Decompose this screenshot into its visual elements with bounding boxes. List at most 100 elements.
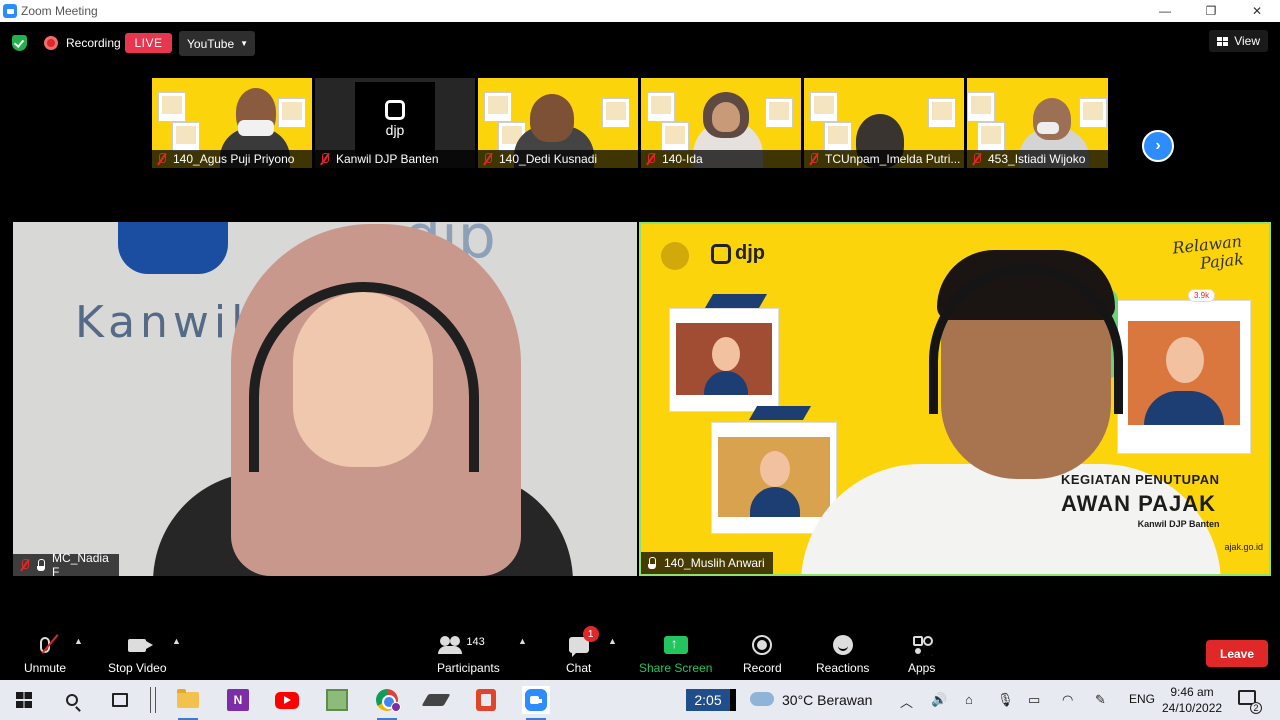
people-icon (438, 636, 464, 654)
record-icon-wrap (752, 634, 773, 656)
poster-card (765, 98, 793, 128)
meet-now-icon[interactable]: ⌂ (965, 692, 973, 707)
next-page-button[interactable]: › (1142, 130, 1174, 162)
stack-app-button[interactable] (421, 686, 451, 714)
record-label: Record (743, 661, 782, 675)
participant-name: 140-Ida (662, 152, 703, 166)
pen-icon[interactable]: ✎ (1095, 692, 1106, 708)
participants-label: Participants (437, 661, 500, 675)
apps-button[interactable]: Apps (908, 634, 935, 675)
poster-card (977, 122, 1005, 152)
participant-name-bar: 140_Dedi Kusnadi (478, 150, 638, 168)
stop-video-button[interactable]: Stop Video (108, 634, 167, 675)
poster-card (484, 92, 512, 122)
green-app-button[interactable] (323, 686, 351, 714)
start-button[interactable] (10, 686, 38, 714)
zoom-taskbar-button[interactable] (522, 686, 550, 720)
minimize-button[interactable]: — (1142, 0, 1188, 22)
poster-card (928, 98, 956, 128)
participant-thumb[interactable]: 453_Istiadi Wijoko (967, 78, 1108, 168)
reactions-icon-wrap (832, 634, 853, 656)
windows-logo-icon (16, 692, 32, 708)
recording-dot-icon (44, 36, 58, 50)
chat-unread-badge: 1 (582, 626, 599, 642)
weather-text[interactable]: 30°C Berawan (782, 692, 872, 708)
mic-muted-icon (971, 153, 982, 165)
participant-name: 453_Istiadi Wijoko (988, 152, 1086, 166)
system-clock[interactable]: 9:46 am 24/10/2022 (1162, 684, 1222, 716)
grid-view-icon (1217, 36, 1229, 46)
close-button[interactable]: ✕ (1234, 0, 1280, 22)
participant-thumb[interactable]: 140_Agus Puji Priyono (152, 78, 312, 168)
participant-name-bar: MC_Nadia F (13, 551, 119, 576)
zoom-app-icon (3, 4, 17, 18)
video-options-caret-icon[interactable]: ▲ (172, 636, 181, 646)
share-icon-wrap (663, 634, 688, 656)
share-screen-label: Share Screen (639, 661, 713, 675)
apps-icon-wrap (912, 634, 933, 656)
video-tile-mc[interactable]: djp Kanwil Banten MC_Nadia F (13, 222, 637, 576)
participant-thumb[interactable]: TCUnpam_Imelda Putri... (804, 78, 964, 168)
maximize-button[interactable]: ❐ (1188, 0, 1234, 22)
leave-button[interactable]: Leave (1206, 640, 1268, 667)
participant-thumb[interactable]: 140-Ida (641, 78, 801, 168)
poster-card (172, 122, 200, 152)
like-badge: 3.9k (1188, 289, 1216, 302)
wifi-icon[interactable]: ◠ (1062, 692, 1073, 708)
poster-card (669, 308, 779, 412)
participant-thumb[interactable]: 140_Dedi Kusnadi (478, 78, 638, 168)
participant-strip: 140_Agus Puji Priyono djp Kanwil DJP Ban… (150, 78, 1130, 170)
clock-time: 9:46 am (1170, 685, 1214, 699)
chrome-button[interactable] (373, 686, 401, 720)
graduation-cap-icon (748, 406, 812, 420)
clock-widget[interactable]: 2:05 (686, 689, 736, 711)
record-button[interactable]: Record (743, 634, 782, 675)
battery-icon[interactable]: ▭ (1028, 692, 1040, 708)
participant-name: TCUnpam_Imelda Putri... (825, 152, 961, 166)
view-button[interactable]: View (1209, 30, 1268, 52)
poster-card (711, 422, 837, 534)
search-button[interactable] (58, 686, 86, 714)
participant-name-bar: 140-Ida (641, 150, 801, 168)
file-explorer-button[interactable] (174, 686, 202, 720)
reactions-button[interactable]: Reactions (816, 634, 869, 675)
language-indicator[interactable]: ENG (1129, 692, 1155, 706)
poster-card (661, 122, 689, 152)
djp-brand: djp (711, 242, 765, 265)
mic-muted-icon (156, 153, 167, 165)
poster-card (158, 92, 186, 122)
stream-target-label: YouTube (187, 36, 235, 51)
stream-target-dropdown[interactable]: YouTube ▼ (179, 31, 255, 56)
poster-card (1079, 98, 1107, 128)
volume-icon[interactable]: 🔊 (931, 692, 947, 708)
chat-icon-wrap: 1 (568, 626, 599, 657)
event-title-line2: AWAN PAJAK (1061, 491, 1217, 516)
participant-name-bar: 140_Muslih Anwari (641, 552, 773, 574)
onenote-button[interactable]: N (224, 686, 252, 714)
live-badge[interactable]: LIVE (125, 33, 172, 53)
apps-icon (912, 636, 933, 654)
djp-logo: djp (355, 82, 435, 156)
microphone-tray-icon[interactable]: 🎙 (997, 692, 1014, 708)
security-shield-icon[interactable] (12, 35, 27, 51)
chat-button[interactable]: 1 Chat (566, 626, 599, 675)
cloud-icon[interactable] (750, 692, 774, 706)
participant-name-bar: TCUnpam_Imelda Putri... (804, 150, 964, 168)
video-tile-active-speaker[interactable]: djp Relawan Pajak 3.9k KEGIATAN PENUTUPA… (639, 222, 1271, 576)
participant-thumb[interactable]: djp Kanwil DJP Banten (315, 78, 475, 168)
chevron-right-icon: › (1155, 137, 1161, 154)
chat-options-caret-icon[interactable]: ▲ (608, 636, 617, 646)
participants-options-caret-icon[interactable]: ▲ (518, 636, 527, 646)
poster-card (602, 98, 630, 128)
window-controls: — ❐ ✕ (1142, 0, 1280, 22)
participant-name: 140_Muslih Anwari (664, 556, 765, 570)
unmute-button[interactable]: Unmute (24, 634, 66, 675)
participants-button[interactable]: 143 Participants (437, 634, 500, 675)
youtube-button[interactable] (273, 686, 301, 714)
kemenkeu-emblem (118, 222, 228, 274)
show-hidden-icons-icon[interactable]: ︿ (900, 692, 913, 711)
audio-options-caret-icon[interactable]: ▲ (74, 636, 83, 646)
office-button[interactable] (472, 686, 500, 714)
share-screen-button[interactable]: Share Screen (639, 634, 712, 675)
task-view-button[interactable] (106, 686, 134, 714)
